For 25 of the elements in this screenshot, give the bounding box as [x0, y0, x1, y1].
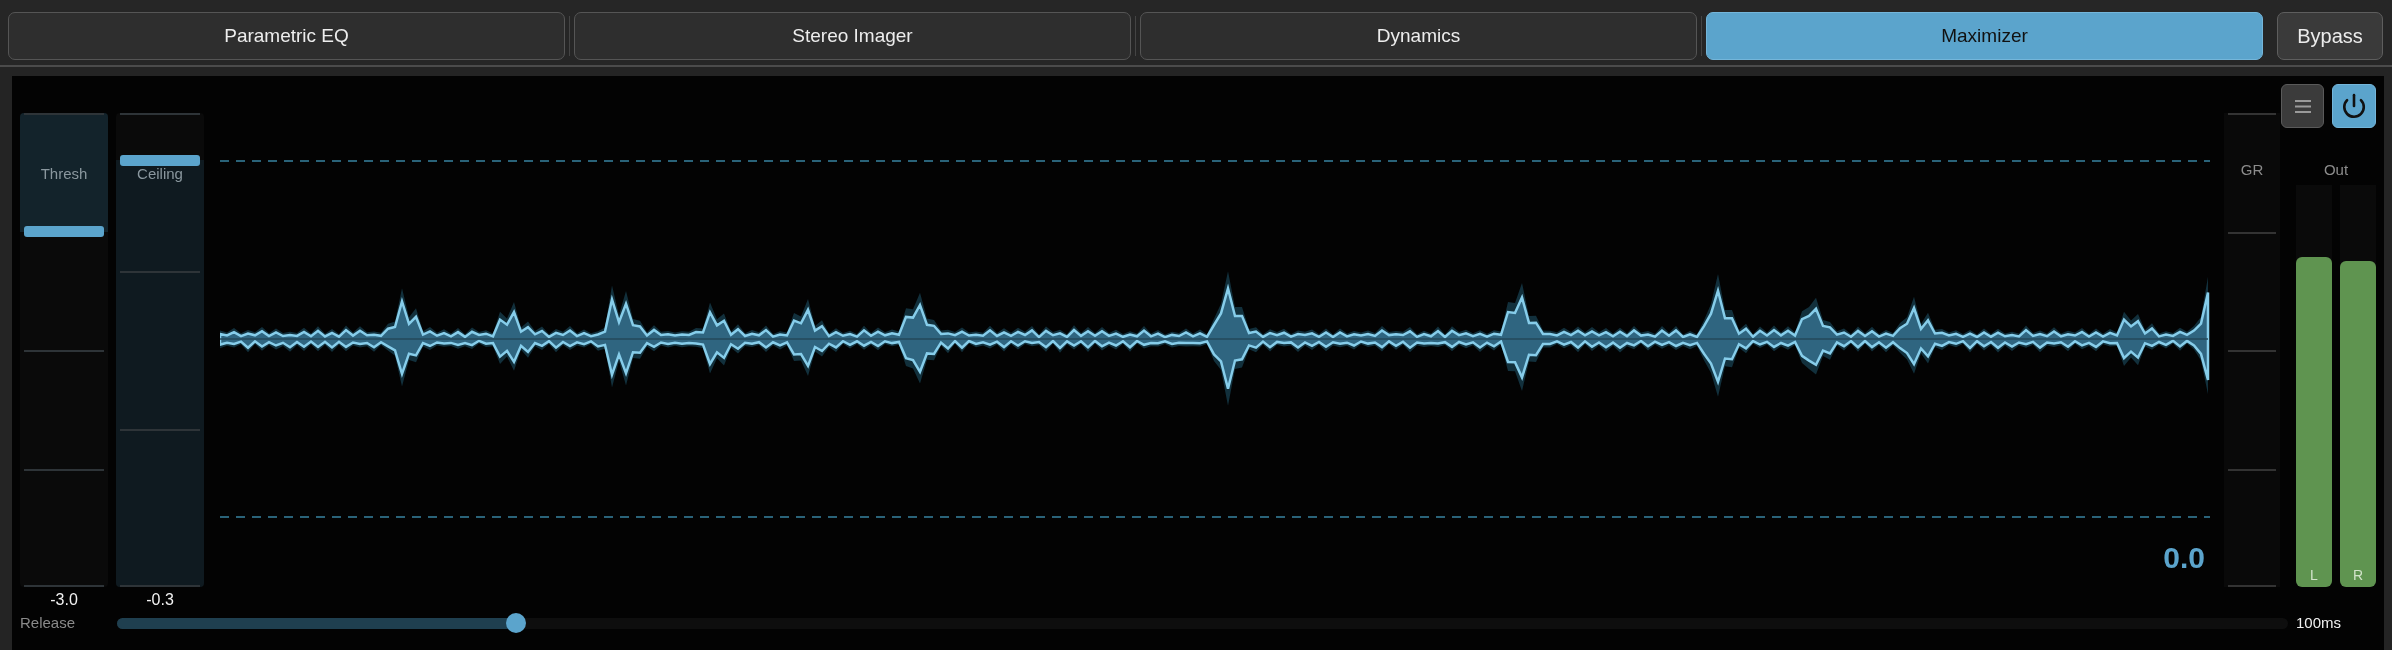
power-button[interactable] [2332, 84, 2376, 128]
menu-button[interactable] [2281, 84, 2324, 128]
power-icon [2341, 93, 2367, 119]
release-slider-thumb[interactable] [506, 613, 527, 633]
fader-thumb[interactable] [120, 154, 200, 166]
tab[interactable]: Maximizer [1706, 12, 2263, 60]
release-value: 100ms [2296, 614, 2342, 632]
menu-icon [2294, 99, 2311, 113]
fader-value: -3.0 [50, 591, 78, 609]
meter-label: Out [2323, 161, 2349, 179]
tab[interactable]: Parametric EQ [8, 12, 565, 60]
gain-readout: 0.0 [2163, 541, 2205, 575]
bypass-button[interactable]: Bypass [2277, 12, 2383, 60]
channel-label: L [2310, 567, 2318, 583]
fader-label: Thresh [40, 166, 88, 181]
threshold-fader-track[interactable]: Thresh [20, 113, 108, 587]
release-label: Release [20, 614, 77, 632]
fader-value: -0.3 [146, 591, 174, 609]
fader-label: Ceiling [137, 166, 183, 181]
fader-thumb[interactable] [24, 226, 104, 237]
tab[interactable]: Stereo Imager [574, 12, 1131, 60]
meter-label: GR [2240, 161, 2264, 179]
tab[interactable]: Dynamics [1140, 12, 1697, 60]
channel-label: R [2352, 567, 2364, 583]
ceiling-fader-track[interactable]: Ceiling [116, 113, 204, 587]
